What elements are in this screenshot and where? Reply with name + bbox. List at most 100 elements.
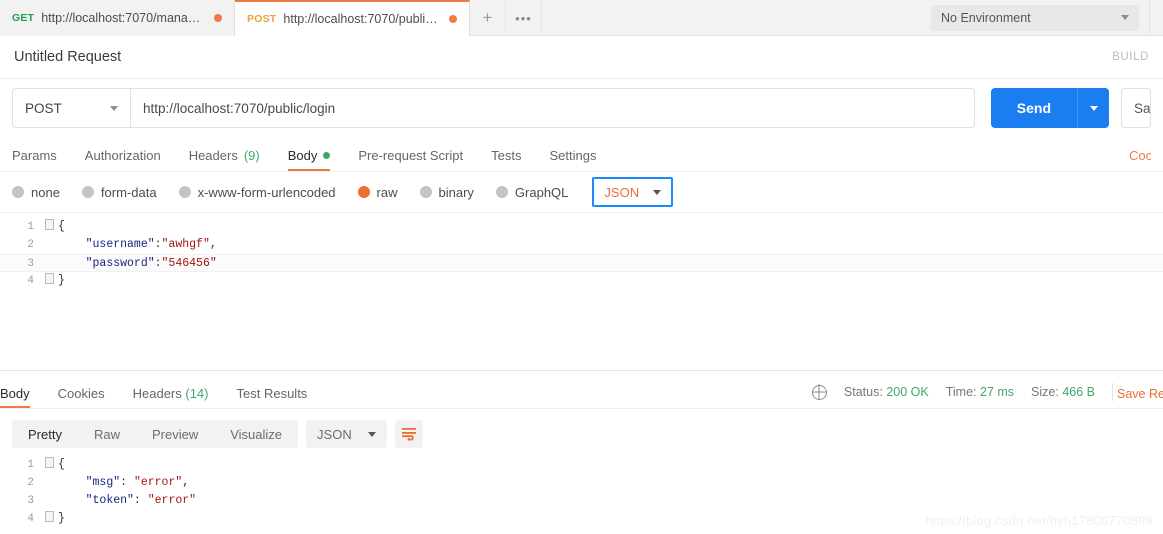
tab-url-label: http://localhost:7070/public/lo... [283, 12, 442, 26]
environment-selector[interactable]: No Environment [931, 4, 1139, 31]
size-label: Size: [1031, 385, 1059, 399]
request-tab-bar: GET http://localhost:7070/manage/... POS… [0, 0, 1163, 36]
url-input[interactable]: http://localhost:7070/public/login [130, 88, 975, 128]
page-title: Untitled Request [14, 49, 122, 65]
request-tab-post[interactable]: POST http://localhost:7070/public/lo... [235, 0, 470, 36]
status-label: Status: [843, 385, 883, 399]
line-number: 1 [27, 459, 34, 471]
time-group: Time: 27 ms [946, 385, 1014, 399]
fold-toggle-icon[interactable] [44, 456, 54, 474]
body-type-label: raw [376, 184, 398, 200]
tab-options-button[interactable]: ••• [506, 0, 542, 36]
response-tab-test-results[interactable]: Test Results [223, 386, 322, 408]
view-preview[interactable]: Preview [136, 420, 214, 448]
fold-toggle-icon[interactable] [44, 272, 54, 290]
body-format-selector[interactable]: JSON [592, 177, 674, 207]
tab-label: Settings [549, 148, 597, 163]
request-body-editor[interactable]: 1 { 2 "username":"awhgf", 3 "password":"… [0, 218, 1163, 370]
save-button[interactable]: Save [1121, 88, 1151, 128]
body-type-binary[interactable]: binary [419, 185, 474, 200]
word-wrap-button[interactable] [394, 420, 423, 448]
tab-method-label: GET [12, 12, 35, 24]
http-method-selector[interactable]: POST [12, 88, 130, 128]
response-tab-body[interactable]: Body [0, 386, 44, 408]
body-type-label: none [31, 184, 60, 200]
tab-body[interactable]: Body [274, 148, 345, 171]
cookies-link[interactable]: Cookies [1129, 148, 1151, 171]
code-line: 4 } [0, 272, 1163, 290]
send-options-button[interactable] [1077, 88, 1109, 128]
code-text: { [58, 458, 65, 471]
view-pretty[interactable]: Pretty [12, 420, 78, 448]
status-badge: 200 OK [886, 385, 929, 399]
code-line-active: 3 "password":"546456" [0, 254, 1163, 272]
body-present-indicator-icon [323, 152, 331, 159]
save-response-button[interactable]: Save Response [1113, 387, 1163, 408]
code-line: 1 { [0, 218, 1163, 236]
tab-bar-spacer [542, 0, 921, 35]
size-value: 466 B [1062, 385, 1095, 399]
response-tab-headers[interactable]: Headers (14) [119, 386, 223, 408]
tab-tests[interactable]: Tests [477, 148, 535, 171]
body-format-label: JSON [604, 184, 640, 200]
title-divider [0, 78, 1163, 79]
request-title-row: Untitled Request BUILD [0, 36, 1163, 78]
send-button[interactable]: Send [990, 88, 1077, 128]
body-type-graphql[interactable]: GraphQL [495, 185, 568, 200]
tab-authorization[interactable]: Authorization [71, 148, 175, 171]
chevron-down-icon [1089, 105, 1098, 111]
build-link[interactable]: BUILD [1112, 51, 1149, 63]
time-label: Time: [945, 385, 977, 399]
radio-icon [419, 186, 432, 198]
request-tab-get[interactable]: GET http://localhost:7070/manage/... [0, 0, 235, 36]
environment-quicklook-button[interactable] [1149, 0, 1163, 35]
body-type-raw[interactable]: raw [357, 184, 398, 200]
tab-label: Pre-request Script [358, 148, 464, 163]
code-text: } [58, 274, 65, 287]
environment-label: No Environment [941, 10, 1031, 25]
response-tab-cookies[interactable]: Cookies [44, 386, 119, 408]
line-number: 4 [27, 513, 34, 525]
radio-icon [495, 186, 508, 198]
response-format-selector[interactable]: JSON [306, 420, 387, 448]
tab-headers[interactable]: Headers (9) [175, 148, 274, 171]
tab-settings[interactable]: Settings [535, 148, 610, 171]
body-type-form-data[interactable]: form-data [81, 185, 157, 200]
globe-icon[interactable] [811, 384, 827, 400]
tab-label: Test Results [236, 386, 308, 401]
fold-toggle-icon[interactable] [44, 218, 54, 236]
chevron-down-icon [110, 105, 118, 111]
code-line: 2 "msg": "error", [0, 474, 1163, 492]
view-visualize[interactable]: Visualize [214, 420, 298, 448]
request-section-tabs: Params Authorization Headers (9) Body Pr… [0, 138, 1163, 172]
radio-icon [12, 186, 24, 198]
response-meta: Status: 200 OK Time: 27 ms Size: 466 B [811, 383, 1113, 408]
body-type-options: none form-data x-www-form-urlencoded raw… [0, 172, 1163, 212]
tab-pre-request-script[interactable]: Pre-request Script [344, 148, 477, 171]
time-value: 27 ms [980, 385, 1015, 399]
body-type-urlencoded[interactable]: x-www-form-urlencoded [178, 185, 336, 200]
code-text: { [58, 220, 65, 233]
http-method-label: POST [25, 100, 62, 116]
code-text: "username":"awhgf", [85, 238, 217, 251]
tab-params[interactable]: Params [12, 148, 71, 171]
tab-label: Params [12, 148, 57, 163]
chevron-down-icon [653, 189, 662, 195]
size-group: Size: 466 B [1031, 385, 1095, 399]
response-divider[interactable] [0, 370, 1163, 371]
response-section-tabs: Body Cookies Headers (14) Test Results S… [0, 376, 1163, 408]
fold-toggle-icon[interactable] [44, 510, 54, 528]
tab-label: Cookies [57, 386, 105, 401]
body-type-none[interactable]: none [12, 185, 60, 200]
tab-label: Headers [132, 386, 182, 401]
code-text: } [58, 512, 65, 525]
radio-icon [178, 186, 191, 198]
tab-label: Authorization [84, 148, 161, 163]
new-tab-button[interactable]: + [470, 0, 506, 36]
response-tabs-divider [0, 408, 1163, 409]
code-line: 2 "username":"awhgf", [0, 236, 1163, 254]
tab-label: Body [287, 148, 318, 163]
tab-count-badge: (9) [243, 148, 260, 163]
tab-label: Tests [491, 148, 522, 163]
view-raw[interactable]: Raw [78, 420, 136, 448]
